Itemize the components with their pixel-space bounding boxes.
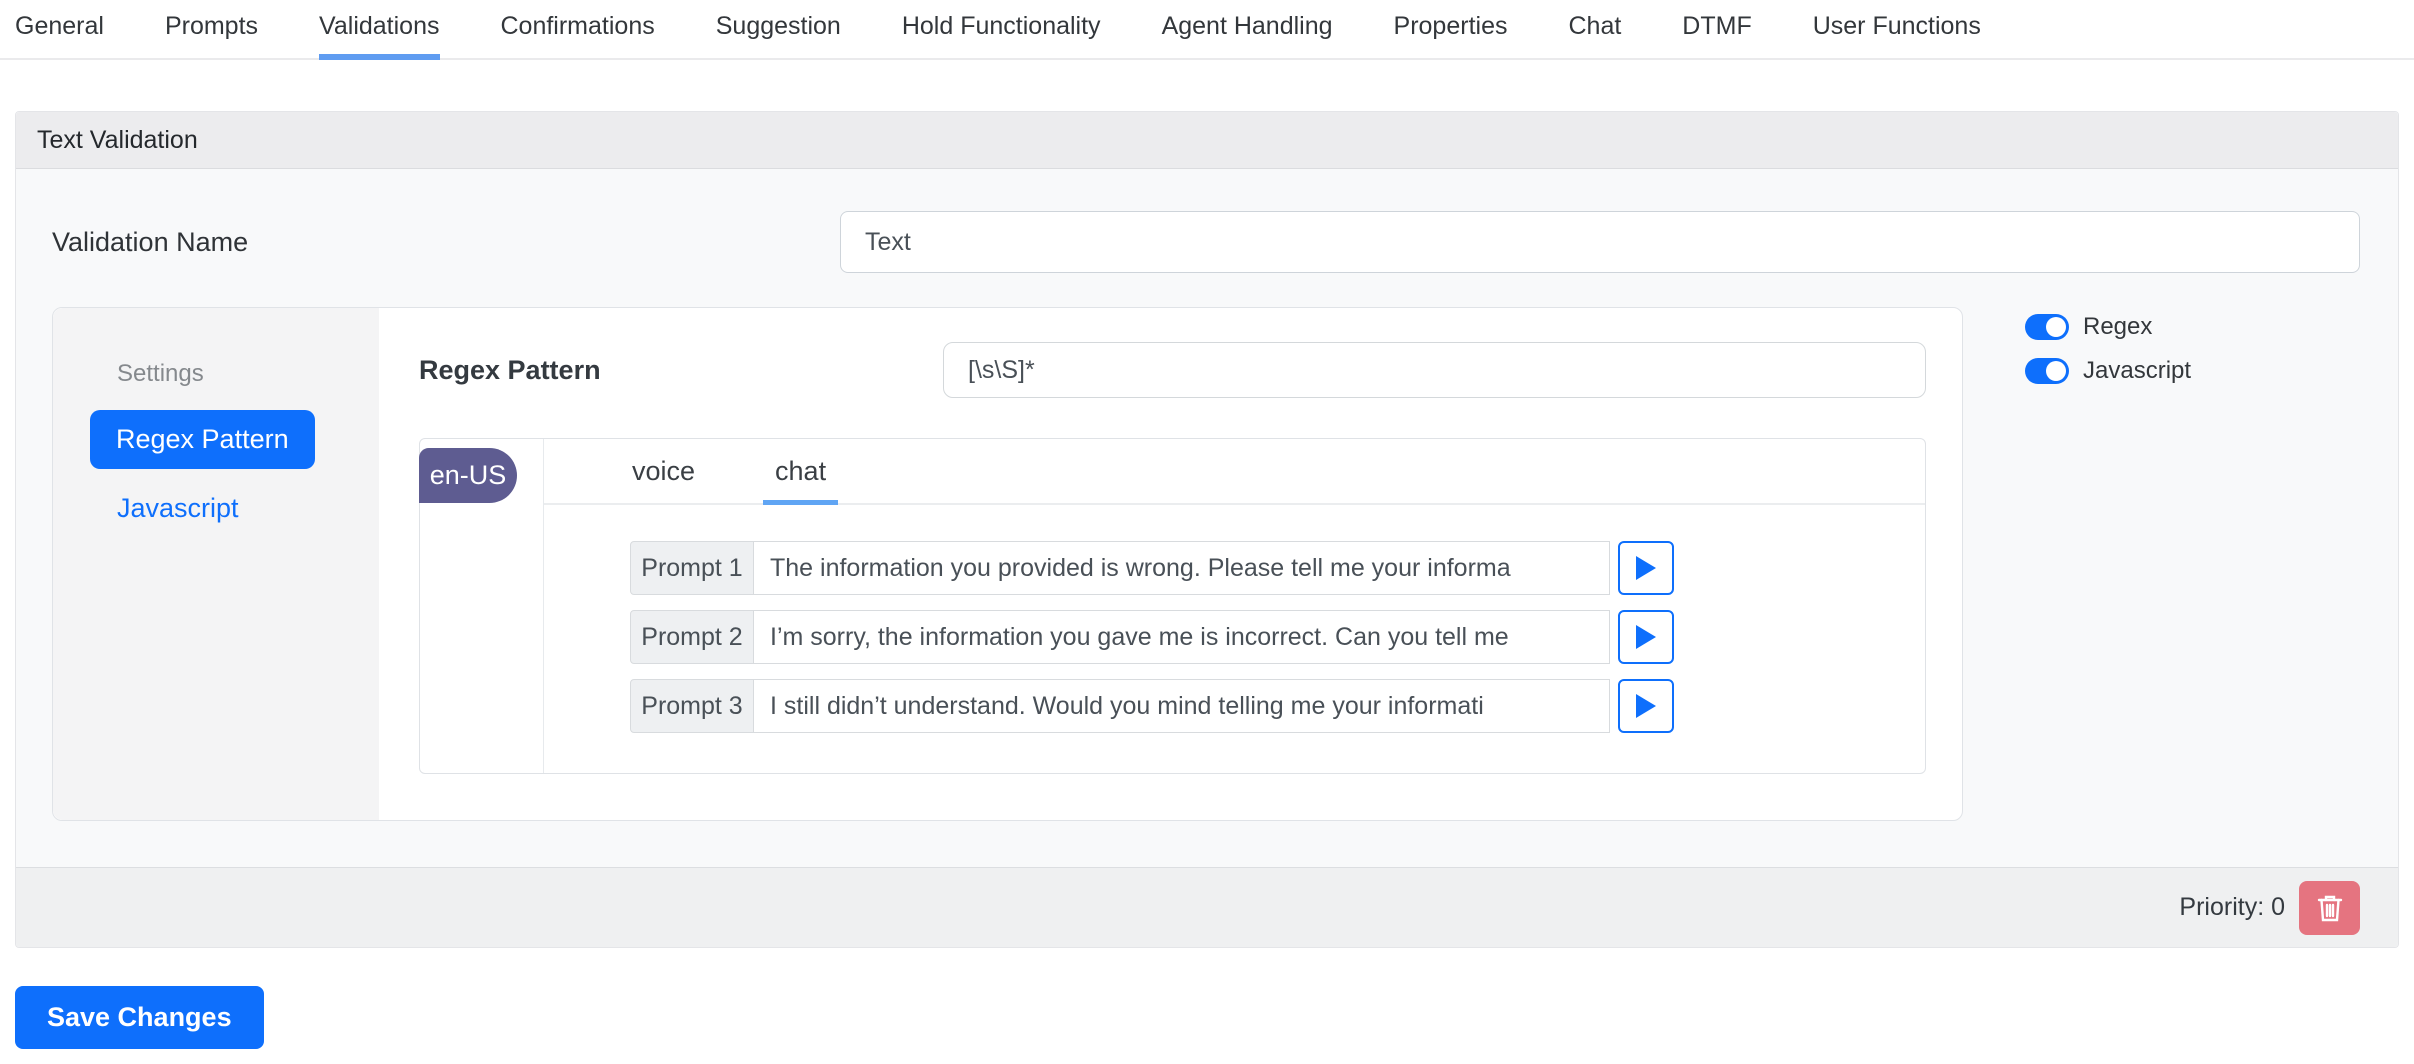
regex-toggle[interactable]	[2025, 314, 2069, 340]
card-header: Text Validation	[16, 112, 2398, 169]
prompt-3-text[interactable]: I still didn’t understand. Would you min…	[754, 679, 1610, 733]
play-icon	[1634, 624, 1658, 650]
locale-tab-en-us[interactable]: en-US	[419, 448, 517, 503]
sidebar-heading: Settings	[117, 360, 379, 388]
prompt-1-play-button[interactable]	[1618, 541, 1674, 595]
prompt-2-text[interactable]: I’m sorry, the information you gave me i…	[754, 610, 1610, 664]
validation-name-row: Validation Name	[52, 209, 2360, 275]
regex-pattern-label: Regex Pattern	[419, 355, 943, 386]
prompt-2-play-button[interactable]	[1618, 610, 1674, 664]
tab-hold-functionality[interactable]: Hold Functionality	[902, 6, 1101, 60]
regex-toggle-row: Regex	[2025, 313, 2191, 341]
regex-toggle-label: Regex	[2083, 313, 2152, 341]
card-title: Text Validation	[37, 126, 198, 155]
regex-pattern-row: Regex Pattern	[419, 342, 1926, 398]
tab-chat-channel[interactable]: chat	[763, 456, 838, 505]
locale-prompts-box: en-US voice chat Prompt 1 The informatio…	[419, 438, 1926, 774]
tab-chat[interactable]: Chat	[1568, 6, 1621, 60]
toggle-knob	[2046, 361, 2066, 381]
trash-icon	[2316, 893, 2344, 923]
play-icon	[1634, 693, 1658, 719]
validation-name-label: Validation Name	[52, 227, 840, 258]
prompt-1-text[interactable]: The information you provided is wrong. P…	[754, 541, 1610, 595]
validation-name-input[interactable]	[840, 211, 2360, 273]
prompt-row-1: Prompt 1 The information you provided is…	[630, 541, 1925, 595]
sidebar-item-javascript[interactable]: Javascript	[117, 493, 379, 524]
tab-voice[interactable]: voice	[620, 456, 707, 505]
channel-column: voice chat Prompt 1 The information you …	[544, 439, 1925, 773]
validation-type-toggles: Regex Javascript	[2025, 307, 2191, 385]
locale-column: en-US	[420, 439, 544, 773]
tab-user-functions[interactable]: User Functions	[1813, 6, 1981, 60]
prompt-1-label: Prompt 1	[630, 541, 754, 595]
text-validation-card: Text Validation Validation Name Settings…	[15, 111, 2399, 948]
settings-content: Regex Pattern en-US voice chat	[379, 308, 1962, 820]
prompt-list: Prompt 1 The information you provided is…	[544, 505, 1925, 773]
prompt-3-play-button[interactable]	[1618, 679, 1674, 733]
save-changes-button[interactable]: Save Changes	[15, 986, 264, 1049]
tab-bar: General Prompts Validations Confirmation…	[0, 0, 2414, 60]
tab-validations[interactable]: Validations	[319, 6, 439, 60]
card-body: Validation Name Settings Regex Pattern J…	[16, 169, 2398, 821]
tab-prompts[interactable]: Prompts	[165, 6, 258, 60]
priority-value: Priority: 0	[2179, 893, 2285, 922]
javascript-toggle-row: Javascript	[2025, 357, 2191, 385]
tab-suggestion[interactable]: Suggestion	[716, 6, 841, 60]
play-icon	[1634, 555, 1658, 581]
work-row: Settings Regex Pattern Javascript Regex …	[52, 307, 2360, 821]
tab-confirmations[interactable]: Confirmations	[501, 6, 655, 60]
card-footer: Priority: 0	[16, 867, 2398, 947]
prompt-2-label: Prompt 2	[630, 610, 754, 664]
prompt-row-2: Prompt 2 I’m sorry, the information you …	[630, 610, 1925, 664]
sidebar-item-regex-pattern[interactable]: Regex Pattern	[90, 410, 315, 469]
tab-dtmf[interactable]: DTMF	[1682, 6, 1751, 60]
tab-agent-handling[interactable]: Agent Handling	[1162, 6, 1333, 60]
prompt-row-3: Prompt 3 I still didn’t understand. Woul…	[630, 679, 1925, 733]
regex-pattern-input[interactable]	[943, 342, 1926, 398]
validation-settings-panel: Settings Regex Pattern Javascript Regex …	[52, 307, 1963, 821]
tab-general[interactable]: General	[15, 6, 104, 60]
tab-properties[interactable]: Properties	[1394, 6, 1508, 60]
javascript-toggle-label: Javascript	[2083, 357, 2191, 385]
prompt-3-label: Prompt 3	[630, 679, 754, 733]
javascript-toggle[interactable]	[2025, 358, 2069, 384]
delete-validation-button[interactable]	[2299, 881, 2360, 935]
settings-sidebar: Settings Regex Pattern Javascript	[53, 308, 379, 820]
toggle-knob	[2046, 317, 2066, 337]
channel-tab-bar: voice chat	[544, 439, 1925, 505]
